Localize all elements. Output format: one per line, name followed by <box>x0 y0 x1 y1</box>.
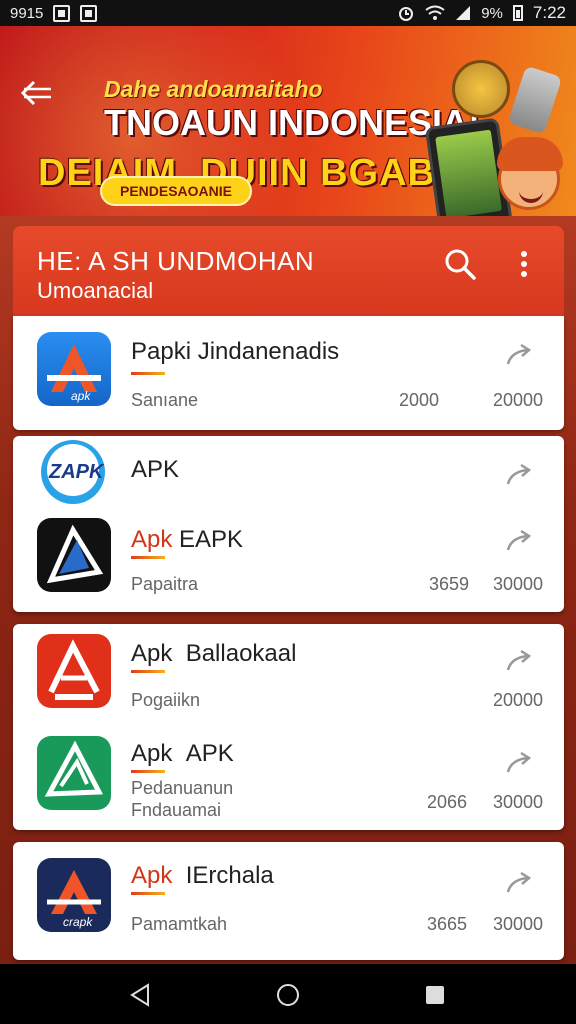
svg-text:crapk: crapk <box>63 915 93 929</box>
header-subtitle: Umoanacial <box>37 278 154 303</box>
share-arrow-icon[interactable] <box>505 344 533 366</box>
app-downloads: 20000 <box>493 390 544 410</box>
app-downloads: 30000 <box>493 792 544 812</box>
svg-text:apk: apk <box>71 389 91 403</box>
nav-recents-icon[interactable] <box>422 982 448 1008</box>
share-arrow-icon[interactable] <box>505 752 533 774</box>
apk-a-green-icon <box>37 736 111 810</box>
list-item[interactable]: Apk EAPK Papaitra 3659 30000 <box>13 516 564 608</box>
app-title: EAPK <box>179 526 244 553</box>
apk-prefix: Apk <box>131 526 173 553</box>
app-subcategory: Fndauamai <box>131 800 222 820</box>
clock: 7:22 <box>532 3 566 22</box>
banner-cta-button[interactable]: PENDESAOANIE <box>100 176 252 206</box>
app-name: Apk Ballaokaal <box>131 640 296 668</box>
app-card: ZAPK APK Apk EAPK Papaitra 3659 30000 <box>13 436 564 612</box>
app-category: Pamamtkah <box>131 914 228 934</box>
list-item[interactable]: ZAPK APK <box>13 436 564 506</box>
share-arrow-icon[interactable] <box>505 530 533 552</box>
app-title: APK <box>185 740 234 767</box>
notification-icon <box>80 4 98 22</box>
apk-a-black-icon <box>37 518 111 592</box>
list-item[interactable]: apk Papki Jindanenadis Sanıane 2000 2000… <box>13 328 564 420</box>
list-header: HE: A SH UNDMOHAN Umoanacial <box>13 226 564 316</box>
banner-line2: TNOAUN INDONESIA! <box>104 102 480 143</box>
app-count: 3665 <box>427 914 468 934</box>
header-title: HE: A SH UNDMOHAN <box>37 246 315 276</box>
more-options-icon[interactable] <box>512 246 536 282</box>
share-arrow-icon[interactable] <box>505 872 533 894</box>
app-downloads: 30000 <box>493 574 544 594</box>
navigation-bar <box>0 964 576 1024</box>
battery-percent: 9% <box>481 4 503 22</box>
wifi-icon <box>425 5 445 20</box>
app-category: Pogaiikn <box>131 690 201 710</box>
name-underline <box>131 556 165 559</box>
nav-back-icon[interactable] <box>128 982 154 1008</box>
status-left-text: 9915 <box>10 4 44 22</box>
app-title: Ballaokaal <box>185 640 297 667</box>
app-name: Papki Jindanenadis <box>131 338 340 365</box>
battery-icon <box>512 5 523 21</box>
app-card: Apk Ballaokaal Pogaiikn 20000 Apk APK Pe… <box>13 624 564 830</box>
banner-line1: Dahe andoamaitaho <box>104 76 323 102</box>
app-category: Sanıane <box>131 390 199 410</box>
apk-a-blue-icon: apk <box>37 332 111 406</box>
garuda-emblem-icon <box>452 60 510 118</box>
share-arrow-icon[interactable] <box>505 650 533 672</box>
apk-prefix: Apk <box>131 862 173 889</box>
app-name: Apk IErchala <box>131 862 274 890</box>
bottle-icon <box>507 65 563 135</box>
nav-home-icon[interactable] <box>275 982 301 1008</box>
share-arrow-icon[interactable] <box>505 464 533 486</box>
apk-a-navy-icon: crapk <box>37 858 111 932</box>
app-category: Pedanuanun <box>131 778 234 798</box>
apk-a-red-icon <box>37 634 111 708</box>
notification-icon <box>53 4 71 22</box>
apk-prefix: Apk <box>131 640 173 667</box>
status-bar: 9915 9% 7:22 <box>0 0 576 26</box>
app-name: Apk EAPK <box>131 526 243 554</box>
apk-prefix: Apk <box>131 740 173 767</box>
list-item[interactable]: Apk APK Pedanuanun Fndauamai 2066 30000 <box>13 734 564 826</box>
app-name: Apk APK <box>131 740 234 768</box>
list-item[interactable]: crapk Apk IErchala Pamamtkah 3665 30000 <box>13 856 564 948</box>
alarm-icon <box>399 7 414 21</box>
cartoon-character-icon <box>497 137 563 210</box>
app-title: IErchala <box>185 862 274 889</box>
app-downloads: 30000 <box>493 914 544 934</box>
app-card: apk Papki Jindanenadis Sanıane 2000 2000… <box>13 316 564 430</box>
svg-text:ZAPK: ZAPK <box>48 461 105 483</box>
list-item[interactable]: Apk Ballaokaal Pogaiikn 20000 <box>13 632 564 724</box>
zapk-logo-icon: ZAPK <box>41 440 105 504</box>
name-underline <box>131 892 165 895</box>
app-category: Papaitra <box>131 574 199 594</box>
back-arrow-icon[interactable] <box>20 78 54 108</box>
app-name: APK <box>131 456 180 483</box>
app-count: 2000 <box>399 390 440 410</box>
name-underline <box>131 372 165 375</box>
app-count: 3659 <box>429 574 470 594</box>
promo-banner[interactable]: Dahe andoamaitaho TNOAUN INDONESIA! DEIA… <box>0 26 576 216</box>
app-card: crapk Apk IErchala Pamamtkah 3665 30000 <box>13 842 564 960</box>
app-count: 2066 <box>427 792 468 812</box>
app-downloads: 20000 <box>493 690 544 710</box>
search-icon[interactable] <box>442 246 478 282</box>
name-underline <box>131 770 165 773</box>
signal-icon <box>456 6 471 20</box>
name-underline <box>131 670 165 673</box>
